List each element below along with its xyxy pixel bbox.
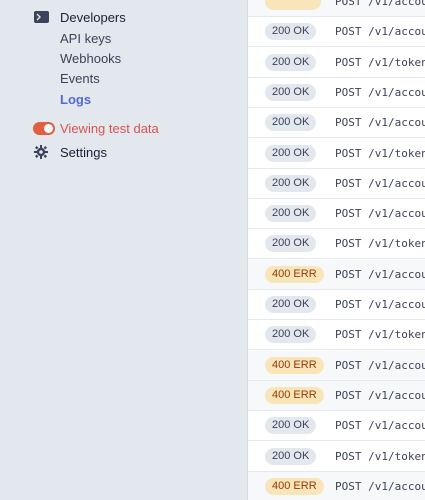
log-row[interactable]: 200 OK POST /v1/accou (248, 17, 425, 48)
status-badge: 200 OK (265, 326, 317, 344)
log-row[interactable]: 200 OK POST /v1/accou (248, 169, 425, 199)
nav-logs[interactable]: Logs (60, 90, 91, 110)
log-row[interactable]: 200 OK POST /v1/token (248, 48, 425, 78)
log-row[interactable]: 200 OK POST /v1/token (248, 229, 425, 260)
status-badge: 400 ERR (265, 386, 324, 404)
request-path: POST /v1/accou (335, 116, 425, 130)
log-row[interactable]: 400 ERR POST /v1/accou (248, 471, 425, 500)
terminal-icon (33, 9, 49, 25)
nav-developers[interactable]: Developers (33, 6, 126, 28)
status-badge: 200 OK (265, 83, 317, 101)
status-badge (265, 0, 321, 10)
nav-settings-label: Settings (60, 144, 107, 160)
status-badge: 200 OK (265, 447, 317, 465)
status-badge: 200 OK (265, 174, 317, 192)
status-badge: 200 OK (265, 53, 317, 71)
log-row[interactable]: 400 ERR POST /v1/accou (248, 259, 425, 290)
request-path: POST /v1/token (335, 328, 425, 342)
nav-developers-label: Developers (60, 9, 126, 25)
test-data-label: Viewing test data (60, 120, 159, 136)
request-path: POST /v1/accou (335, 85, 425, 99)
request-path: POST /v1/token (335, 237, 425, 251)
log-row[interactable]: 200 OK POST /v1/accou (248, 78, 425, 108)
test-data-toggle-row[interactable]: Viewing test data (33, 117, 159, 139)
log-row[interactable]: 200 OK POST /v1/accou (248, 199, 425, 230)
status-badge: 200 OK (265, 114, 317, 132)
request-path: POST /v1/accou (335, 298, 425, 311)
status-badge: 200 OK (265, 296, 317, 313)
log-row[interactable]: POST /v1/accou (248, 0, 425, 17)
request-path: POST /v1/accou (335, 176, 425, 190)
nav-api-keys[interactable]: API keys (60, 29, 111, 49)
log-row[interactable]: 200 OK POST /v1/token (248, 139, 425, 169)
log-row[interactable]: 200 OK POST /v1/accou (248, 108, 425, 139)
log-row[interactable]: 200 OK POST /v1/accou (248, 290, 425, 320)
log-row[interactable]: 200 OK POST /v1/token (248, 442, 425, 472)
sidebar: Developers API keys Webhooks Events Logs… (0, 0, 247, 500)
request-path: POST /v1/accou (335, 0, 425, 8)
request-path: POST /v1/accou (335, 207, 425, 221)
status-badge: 400 ERR (265, 356, 324, 374)
test-data-toggle[interactable] (33, 121, 55, 135)
status-badge: 200 OK (265, 417, 317, 435)
nav-settings[interactable]: Settings (33, 141, 107, 163)
request-path: POST /v1/accou (335, 388, 425, 402)
request-path: POST /v1/accou (335, 479, 425, 493)
log-row[interactable]: 400 ERR POST /v1/accou (248, 350, 425, 381)
status-badge: 400 ERR (265, 477, 324, 495)
status-badge: 400 ERR (265, 265, 324, 283)
log-row[interactable]: 200 OK POST /v1/token (248, 320, 425, 351)
request-path: POST /v1/token (335, 55, 425, 69)
request-path: POST /v1/accou (335, 267, 425, 281)
request-path: POST /v1/token (335, 449, 425, 463)
log-row[interactable]: 400 ERR POST /v1/accou (248, 380, 425, 411)
nav-webhooks[interactable]: Webhooks (60, 49, 121, 69)
log-row[interactable]: 200 OK POST /v1/accou (248, 411, 425, 442)
status-badge: 200 OK (265, 235, 317, 253)
nav-events[interactable]: Events (60, 69, 100, 89)
status-badge: 200 OK (265, 205, 317, 223)
request-path: POST /v1/accou (335, 25, 425, 39)
log-list: POST /v1/accou 200 OK POST /v1/accou 200 OK… (247, 0, 425, 500)
gear-icon (33, 144, 49, 160)
request-path: POST /v1/accou (335, 358, 425, 372)
status-badge: 200 OK (265, 144, 317, 162)
request-path: POST /v1/accou (335, 419, 425, 433)
status-badge: 200 OK (265, 23, 317, 41)
request-path: POST /v1/token (335, 146, 425, 160)
